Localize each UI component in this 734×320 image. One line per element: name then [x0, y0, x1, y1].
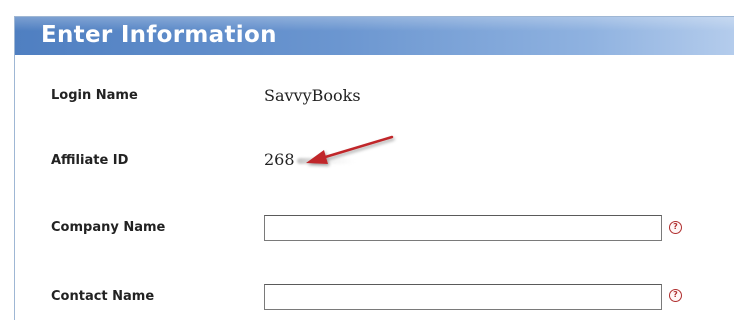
enter-information-panel: Enter Information	[14, 16, 734, 320]
panel-header: Enter Information	[15, 17, 734, 55]
contact-name-input[interactable]	[264, 284, 662, 310]
company-name-label: Company Name	[51, 220, 166, 235]
contact-name-help-icon[interactable]: ?	[669, 289, 682, 302]
contact-name-label: Contact Name	[51, 289, 155, 304]
company-name-input[interactable]	[264, 215, 662, 241]
company-name-help-icon[interactable]: ?	[669, 221, 682, 234]
affiliate-id-label: Affiliate ID	[51, 153, 129, 168]
affiliate-id-visible-digits: 268	[264, 150, 295, 169]
login-name-label: Login Name	[51, 88, 138, 103]
affiliate-id-blurred-digits	[296, 157, 355, 164]
affiliate-id-value: 268	[264, 150, 355, 169]
panel-title: Enter Information	[41, 22, 277, 48]
login-name-value: SavvyBooks	[264, 86, 361, 105]
